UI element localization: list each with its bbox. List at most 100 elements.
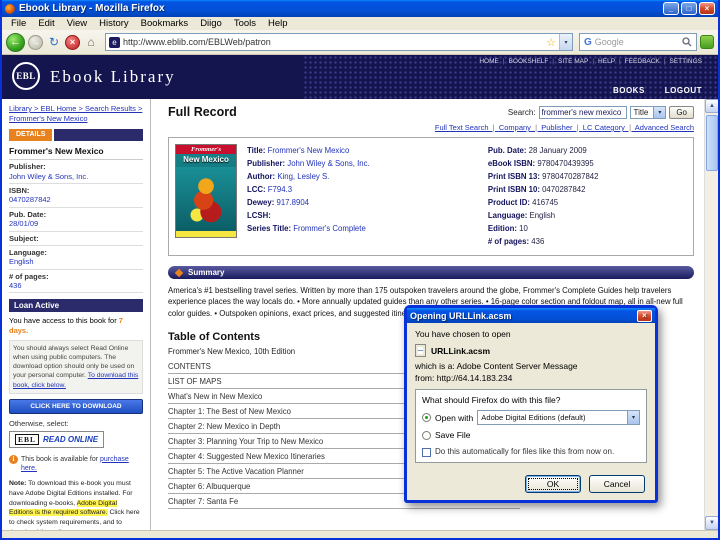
scroll-down-button[interactable]: ▼ bbox=[705, 516, 718, 530]
record-field-label: Title: bbox=[247, 145, 266, 155]
record-field-value[interactable]: John Wiley & Sons, Inc. bbox=[287, 159, 369, 168]
top-nav-link[interactable]: BOOKSHELF bbox=[499, 58, 549, 65]
menu-item[interactable]: File bbox=[5, 18, 32, 29]
record-field-value[interactable]: King, Lesley S. bbox=[277, 172, 329, 181]
chevron-down-icon[interactable]: ▾ bbox=[627, 411, 639, 424]
scroll-thumb[interactable] bbox=[706, 115, 718, 171]
home-button[interactable]: ⌂ bbox=[83, 33, 99, 51]
record-field-value: 436 bbox=[531, 237, 545, 247]
sidebar-field-label: Language: bbox=[9, 247, 47, 257]
go-button[interactable]: Go bbox=[669, 105, 694, 119]
open-with-select[interactable]: Adobe Digital Editions (default) ▾ bbox=[477, 410, 640, 425]
bookmark-star-icon[interactable]: ☆ bbox=[546, 36, 556, 49]
download-button[interactable]: CLICK HERE TO DOWNLOAD bbox=[9, 398, 143, 414]
magnifier-icon[interactable] bbox=[682, 37, 692, 47]
sidebar-field: # of pages: 436 bbox=[9, 270, 143, 294]
minimize-button[interactable]: _ bbox=[663, 2, 679, 15]
top-nav-link[interactable]: SETTINGS bbox=[660, 58, 702, 65]
menu-item[interactable]: Help bbox=[262, 18, 294, 29]
sidebar: Library > EBL Home > Search Results > Fr… bbox=[2, 99, 151, 530]
record-field-value[interactable]: F794.3 bbox=[268, 185, 292, 194]
summary-toggle-icon[interactable] bbox=[174, 268, 184, 277]
menu-item[interactable]: Edit bbox=[32, 18, 60, 29]
dialog-intro: You have chosen to open bbox=[415, 329, 511, 339]
book-cover: Frommer's New Mexico bbox=[175, 144, 237, 238]
chevron-down-icon[interactable]: ▾ bbox=[653, 106, 666, 118]
cancel-button[interactable]: Cancel bbox=[589, 475, 645, 493]
read-online-label: READ ONLINE bbox=[43, 434, 99, 444]
web-search-placeholder[interactable]: Google bbox=[595, 37, 679, 47]
breadcrumb[interactable]: Library > EBL Home > Search Results > Fr… bbox=[9, 104, 143, 124]
search-link[interactable]: Full Text Search bbox=[435, 123, 499, 132]
sidebar-field-label: ISBN: bbox=[9, 186, 30, 195]
download-dialog: Opening URLLink.acsm × You have chosen t… bbox=[404, 305, 658, 503]
record-field-value: 416745 bbox=[532, 198, 559, 207]
auto-row: Do this automatically for files like thi… bbox=[422, 447, 640, 457]
address-bar[interactable]: e http://www.eblib.com/EBLWeb/patron ☆ ▾ bbox=[105, 33, 573, 51]
info-icon: i bbox=[9, 455, 18, 464]
sidebar-field-value[interactable]: 28/01/09 bbox=[9, 219, 143, 228]
top-nav-link[interactable]: FEEDBACK bbox=[615, 58, 660, 65]
search-link[interactable]: LC Category bbox=[583, 123, 635, 132]
url-history-dropdown[interactable]: ▾ bbox=[559, 34, 572, 50]
window-titlebar: Ebook Library - Mozilla Firefox _ □ × bbox=[2, 0, 718, 17]
menu-item[interactable]: Diigo bbox=[194, 18, 228, 29]
top-nav-link[interactable]: HOME bbox=[479, 58, 499, 65]
ok-button[interactable]: OK bbox=[525, 475, 581, 493]
books-link[interactable]: BOOKS bbox=[613, 86, 645, 95]
ebl-logo[interactable]: EBL bbox=[12, 62, 40, 90]
menu-item[interactable]: Tools bbox=[228, 18, 262, 29]
google-logo-icon: G bbox=[584, 36, 592, 48]
scroll-up-button[interactable]: ▲ bbox=[705, 99, 718, 113]
record-field-value: 9780470439395 bbox=[537, 158, 594, 168]
note-label: Note: bbox=[9, 479, 27, 487]
menu-item[interactable]: Bookmarks bbox=[135, 18, 195, 29]
sidebar-field-value[interactable]: English bbox=[9, 257, 143, 266]
maximize-button[interactable]: □ bbox=[681, 2, 697, 15]
search-link[interactable]: Advanced Search bbox=[635, 123, 694, 132]
logout-link[interactable]: LOGOUT bbox=[665, 86, 702, 95]
dialog-close-button[interactable]: × bbox=[637, 309, 652, 322]
record-field-label: Product ID: bbox=[487, 198, 530, 207]
site-header: EBL Ebook Library HOMEBOOKSHELFSITE MAPH… bbox=[2, 55, 718, 99]
search-link[interactable]: Publisher bbox=[541, 123, 583, 132]
dialog-titlebar: Opening URLLink.acsm × bbox=[407, 308, 655, 323]
top-nav-link[interactable]: SITE MAP bbox=[548, 58, 588, 65]
web-search-box[interactable]: G Google bbox=[579, 33, 697, 51]
menu-item[interactable]: View bbox=[61, 18, 93, 29]
cover-title: New Mexico bbox=[183, 155, 229, 164]
search-label: Search: bbox=[507, 107, 536, 117]
top-nav-link[interactable]: HELP bbox=[588, 58, 615, 65]
summary-bar[interactable]: Summary bbox=[168, 266, 694, 279]
search-input[interactable] bbox=[538, 105, 627, 119]
record-field: Pub. Date: 28 January 2009 bbox=[488, 144, 687, 157]
open-with-radio[interactable] bbox=[422, 413, 431, 422]
close-button[interactable]: × bbox=[699, 2, 715, 15]
purchase-text-body: This book is available for bbox=[21, 455, 100, 463]
auto-checkbox[interactable] bbox=[422, 448, 431, 457]
extension-icon[interactable] bbox=[700, 35, 714, 49]
stop-button[interactable]: × bbox=[65, 34, 80, 50]
sidebar-field-value[interactable]: 436 bbox=[9, 281, 143, 290]
category-select[interactable]: Title ▾ bbox=[629, 105, 667, 119]
sidebar-note: Note: To download this e-book you must h… bbox=[9, 479, 143, 530]
record-field-value[interactable]: Frommer's Complete bbox=[293, 224, 366, 233]
refresh-button[interactable]: ↻ bbox=[46, 33, 62, 51]
record-field-value[interactable]: Frommer's New Mexico bbox=[268, 146, 350, 155]
tab-details[interactable]: DETAILS bbox=[9, 129, 53, 142]
open-with-label: Open with bbox=[435, 412, 474, 423]
url-text[interactable]: http://www.eblib.com/EBLWeb/patron bbox=[123, 37, 543, 47]
sidebar-field-value[interactable]: 0470287842 bbox=[9, 195, 143, 204]
header-links: BOOKS LOGOUT bbox=[613, 86, 702, 95]
record-field-value[interactable]: 917.8904 bbox=[276, 198, 309, 207]
record-field: Dewey: 917.8904 bbox=[247, 197, 476, 210]
sidebar-field-value[interactable]: John Wiley & Sons, Inc. bbox=[9, 172, 143, 181]
read-online-button[interactable]: EBL READ ONLINE bbox=[9, 430, 105, 448]
forward-button[interactable]: → bbox=[28, 34, 43, 50]
save-file-label: Save File bbox=[435, 430, 471, 440]
search-link[interactable]: Company bbox=[499, 123, 541, 132]
save-file-radio[interactable] bbox=[422, 430, 431, 440]
vertical-scrollbar[interactable]: ▲ ▼ bbox=[704, 99, 718, 530]
menu-item[interactable]: History bbox=[93, 18, 135, 29]
back-button[interactable]: ← bbox=[6, 32, 25, 52]
